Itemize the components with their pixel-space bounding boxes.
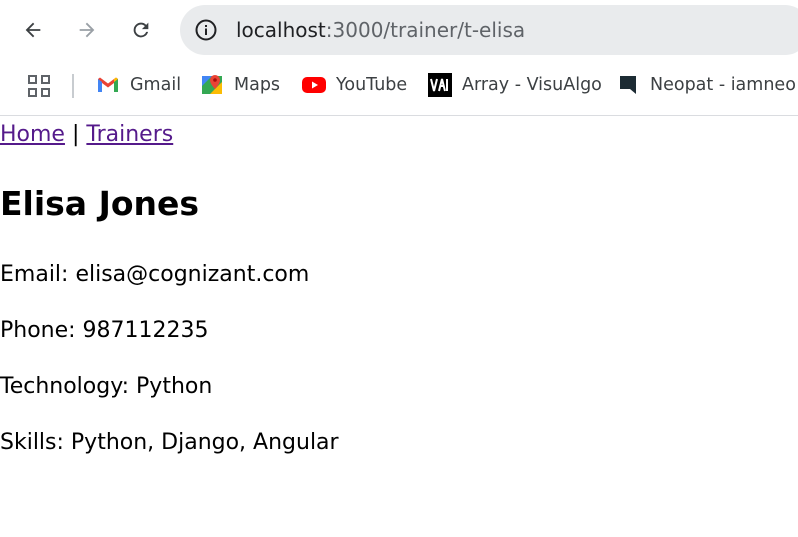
home-link[interactable]: Home (0, 122, 65, 147)
neopat-icon (616, 73, 640, 97)
reload-button[interactable] (125, 14, 157, 46)
nav-links: Home | Trainers (0, 121, 173, 149)
trainer-name: Elisa Jones (0, 184, 200, 223)
url-text[interactable]: localhost:3000/trainer/t-elisa (236, 5, 525, 55)
apps-grid-icon[interactable] (26, 73, 52, 99)
nav-separator: | (71, 122, 80, 147)
bookmark-youtube[interactable]: YouTube (302, 62, 407, 108)
browser-toolbar: localhost:3000/trainer/t-elisa (0, 0, 798, 60)
arrow-right-icon (79, 22, 95, 38)
bookmark-neopat[interactable]: Neopat - iamneo (616, 62, 796, 108)
bookmark-label: YouTube (336, 75, 408, 95)
maps-icon (200, 73, 224, 97)
bookmark-gmail[interactable]: Gmail (96, 62, 181, 108)
bookmark-label: Maps (234, 75, 281, 95)
visualgo-icon (428, 73, 452, 97)
bookmarks-divider (72, 74, 74, 98)
bookmark-visualgo[interactable]: Array - VisuAlgo (428, 62, 602, 108)
address-bar[interactable]: localhost:3000/trainer/t-elisa (180, 5, 798, 55)
bookmark-label: Neopat - iamneo (650, 75, 796, 95)
browser-chrome: localhost:3000/trainer/t-elisa Gmail Map… (0, 0, 798, 116)
trainer-email: Email: elisa@cognizant.com (0, 262, 310, 287)
trainers-link[interactable]: Trainers (86, 122, 173, 147)
trainer-skills: Skills: Python, Django, Angular (0, 430, 339, 455)
back-button[interactable] (17, 14, 49, 46)
bookmarks-bar: Gmail Maps YouTube Array - VisuAlgo Neop… (0, 62, 798, 108)
youtube-icon (302, 73, 326, 97)
info-icon[interactable] (194, 18, 218, 42)
reload-icon (133, 22, 149, 38)
bookmark-maps[interactable]: Maps (200, 62, 280, 108)
trainer-technology: Technology: Python (0, 374, 213, 399)
url-host: localhost (236, 18, 326, 42)
arrow-left-icon (25, 22, 41, 38)
gmail-icon (96, 73, 120, 97)
trainer-phone: Phone: 987112235 (0, 318, 209, 343)
bookmark-label: Gmail (130, 75, 182, 95)
bookmark-label: Array - VisuAlgo (462, 75, 602, 95)
forward-button[interactable] (71, 14, 103, 46)
url-path: :3000/trainer/t-elisa (325, 18, 526, 42)
